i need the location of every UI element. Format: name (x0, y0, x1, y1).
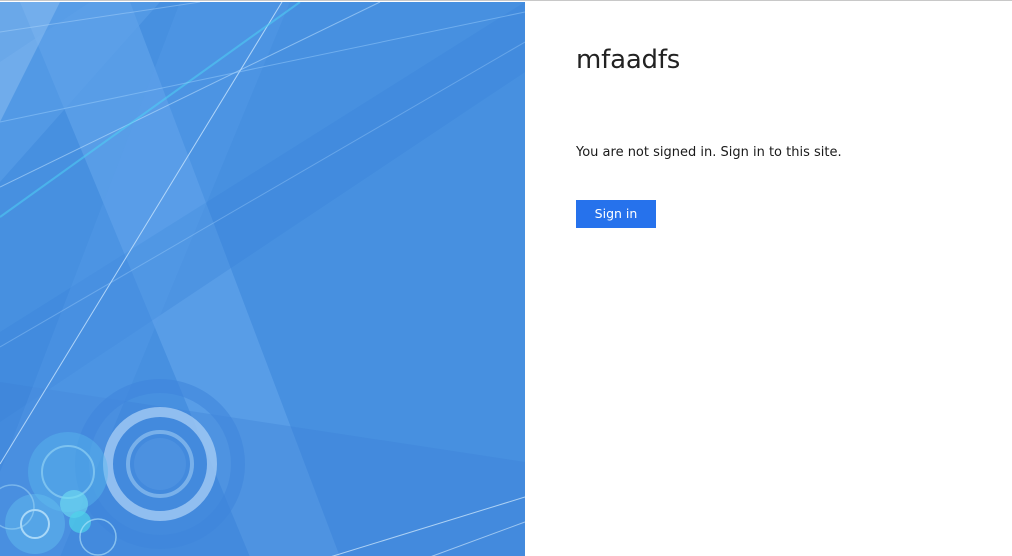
site-title: mfaadfs (576, 45, 681, 75)
abstract-blue-background-icon (0, 2, 525, 556)
sign-in-page: mfaadfs You are not signed in. Sign in t… (0, 0, 1012, 556)
sign-in-panel: mfaadfs You are not signed in. Sign in t… (576, 1, 996, 556)
sign-in-button[interactable]: Sign in (576, 200, 656, 228)
background-illustration (0, 2, 525, 556)
sign-in-message: You are not signed in. Sign in to this s… (576, 145, 842, 160)
